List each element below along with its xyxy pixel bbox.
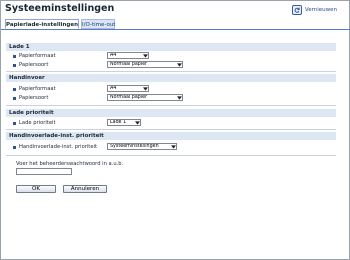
- bullet-icon: [13, 121, 16, 125]
- select-lade1-papierformaat[interactable]: A4: [107, 52, 149, 59]
- divider: [6, 129, 336, 130]
- row-lade1-papiersoort: Papiersoort: [13, 61, 48, 69]
- bullet-icon: [13, 63, 16, 67]
- refresh-button[interactable]: Vernieuwen: [291, 5, 337, 15]
- select-handinvoer-papierformaat[interactable]: A4: [107, 85, 149, 92]
- section-lade-1: Lade 1: [6, 43, 336, 51]
- select-value: A4: [110, 86, 117, 91]
- tab-io-time-out[interactable]: I/O-time-out: [81, 19, 115, 29]
- chevron-down-icon: [170, 144, 176, 149]
- row-lade1-papierformaat: Papierformaat: [13, 52, 56, 60]
- label-lade-prioriteit: Lade prioriteit: [19, 120, 56, 126]
- label-papierformaat: Papierformaat: [19, 86, 56, 92]
- password-label: Voer het beheerderswachtwoord in a.u.b.: [16, 161, 124, 167]
- refresh-icon: [291, 5, 302, 15]
- divider: [6, 155, 336, 156]
- bullet-icon: [13, 54, 16, 58]
- refresh-label: Vernieuwen: [304, 7, 337, 13]
- page-frame: Systeeminstellingen Vernieuwen Papierlad…: [0, 0, 350, 260]
- ok-button[interactable]: OK: [16, 185, 56, 193]
- divider: [6, 105, 336, 106]
- bullet-icon: [13, 145, 16, 149]
- select-value: Lade 1: [110, 120, 127, 125]
- select-handinvoerlade-prioriteit[interactable]: Systeeminstellingen: [107, 143, 177, 150]
- label-handinvoerlade-prioriteit: Handinvoerlade-inst. prioriteit: [19, 144, 98, 150]
- select-lade1-papiersoort[interactable]: Normaal papier: [107, 61, 183, 68]
- section-lade-prioriteit: Lade prioriteit: [6, 109, 336, 117]
- chevron-down-icon: [176, 95, 182, 100]
- row-lade-prioriteit: Lade prioriteit: [13, 119, 56, 127]
- select-value: Systeeminstellingen: [110, 144, 159, 149]
- tab-papierlade-instellingen[interactable]: Papierlade-instellingen: [5, 19, 79, 29]
- chevron-down-icon: [176, 62, 182, 67]
- label-papiersoort: Papiersoort: [19, 95, 49, 101]
- bullet-icon: [13, 87, 16, 91]
- row-handinvoer-papiersoort: Papiersoort: [13, 94, 48, 102]
- label-papiersoort: Papiersoort: [19, 62, 49, 68]
- section-handinvoerlade-inst: Handinvoerlade-inst. prioriteit: [6, 132, 336, 140]
- row-handinvoerlade-prioriteit: Handinvoerlade-inst. prioriteit: [13, 143, 97, 151]
- password-field[interactable]: [16, 168, 72, 175]
- section-handinvoer: Handinvoer: [6, 74, 336, 82]
- divider: [6, 71, 336, 72]
- row-handinvoer-papierformaat: Papierformaat: [13, 85, 56, 93]
- label-papierformaat: Papierformaat: [19, 53, 56, 59]
- select-handinvoer-papiersoort[interactable]: Normaal papier: [107, 94, 183, 101]
- select-value: Normaal papier: [110, 95, 148, 100]
- tab-bar: Papierlade-instellingen I/O-time-out: [1, 18, 350, 30]
- chevron-down-icon: [142, 86, 148, 91]
- select-lade-prioriteit[interactable]: Lade 1: [107, 119, 141, 126]
- chevron-down-icon: [134, 120, 140, 125]
- select-value: A4: [110, 53, 117, 58]
- bullet-icon: [13, 96, 16, 100]
- page-title: Systeeminstellingen: [5, 3, 115, 14]
- cancel-button[interactable]: Annuleren: [63, 185, 107, 193]
- chevron-down-icon: [142, 53, 148, 58]
- select-value: Normaal papier: [110, 62, 148, 67]
